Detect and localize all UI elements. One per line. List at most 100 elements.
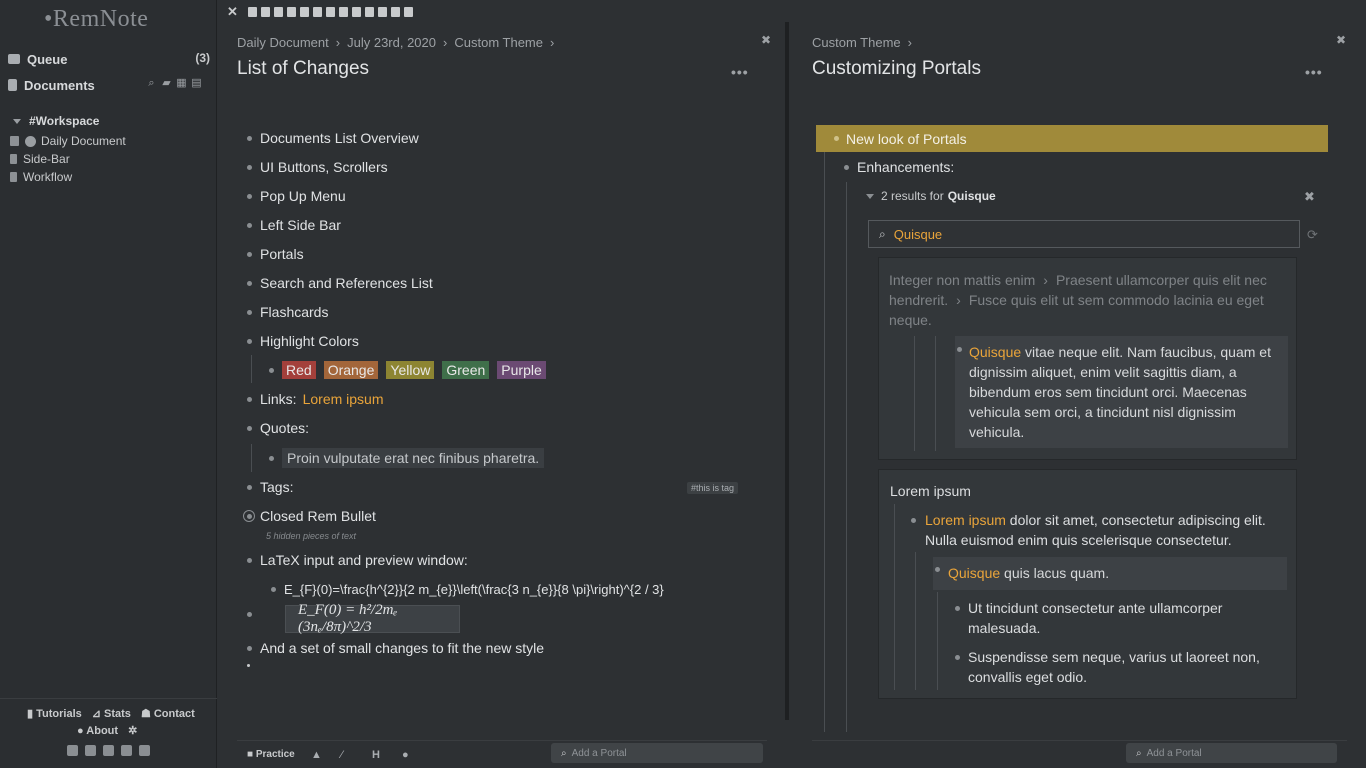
collapse-triangle-icon[interactable]: [13, 119, 21, 125]
bullet-icon[interactable]: [271, 587, 276, 592]
tab-square[interactable]: [313, 7, 322, 17]
result-heading[interactable]: Lorem ipsum: [890, 481, 971, 501]
bullet-icon[interactable]: [269, 455, 274, 461]
result-paragraph[interactable]: Lorem ipsum dolor sit amet, consectetur …: [925, 510, 1285, 550]
bullet-icon[interactable]: [247, 664, 250, 667]
breadcrumb-item[interactable]: Custom Theme: [454, 35, 543, 50]
list-item-closed[interactable]: Closed Rem Bullet: [243, 508, 376, 524]
hidden-pieces-note[interactable]: 5 hidden pieces of text: [266, 531, 356, 541]
bullet-icon[interactable]: [957, 347, 962, 352]
keyboard-icon[interactable]: [121, 745, 132, 756]
calendar-icon[interactable]: ▦: [176, 78, 187, 89]
breadcrumb-item[interactable]: Daily Document: [237, 35, 329, 50]
bullet-icon[interactable]: [247, 280, 252, 286]
tab-square[interactable]: [365, 7, 374, 17]
new-folder-icon[interactable]: ▰: [161, 78, 172, 89]
quote-item[interactable]: Proin vulputate erat nec finibus pharetr…: [269, 448, 545, 468]
tab-square[interactable]: [274, 7, 283, 17]
brush-icon[interactable]: ⁄: [341, 749, 343, 761]
tree-item-workflow[interactable]: Workflow: [10, 170, 72, 184]
bullet-icon[interactable]: [844, 164, 849, 170]
list-item-enhancements[interactable]: Enhancements:: [844, 159, 954, 175]
bullet-icon[interactable]: [247, 164, 252, 170]
bullet-icon[interactable]: [247, 135, 252, 141]
list-item[interactable]: Suspendisse sem neque, varius ut laoreet…: [968, 647, 1278, 687]
close-all-tabs-icon[interactable]: ✕: [227, 4, 238, 20]
bullet-icon[interactable]: [247, 222, 252, 228]
sidebar-item-queue[interactable]: Queue: [8, 50, 67, 68]
highlighted-item[interactable]: New look of Portals: [816, 125, 1328, 152]
search-icon[interactable]: ⌕: [146, 78, 157, 89]
bullet-icon[interactable]: [911, 518, 916, 523]
tree-item-daily-document[interactable]: Daily Document: [10, 134, 126, 148]
list-item-quotes[interactable]: Quotes:: [247, 420, 309, 436]
collapse-triangle-icon[interactable]: [866, 193, 874, 199]
result-match[interactable]: Quisque quis lacus quam.: [933, 557, 1287, 590]
tab-square[interactable]: [404, 7, 413, 17]
latex-source-item[interactable]: E_{F}(0)=\frac{h^{2}}{2 m_{e}}\left(\fra…: [271, 582, 664, 597]
heading-icon[interactable]: H: [372, 749, 380, 761]
split-view-icon[interactable]: [103, 745, 114, 756]
bullet-icon[interactable]: [247, 557, 252, 563]
rem-link[interactable]: Lorem ipsum: [303, 391, 384, 407]
bullet-icon[interactable]: [247, 425, 252, 431]
bullet-icon[interactable]: [247, 193, 252, 199]
list-item[interactable]: Flashcards: [247, 304, 328, 320]
portal-search-input[interactable]: ⌕ Quisque: [868, 220, 1300, 248]
close-pane-icon[interactable]: ✖: [761, 33, 771, 47]
breadcrumb-item[interactable]: Custom Theme: [812, 35, 901, 50]
bullet-icon[interactable]: [247, 396, 252, 402]
bullet-icon[interactable]: [269, 367, 274, 373]
list-item[interactable]: Highlight Colors: [247, 333, 359, 349]
list-item[interactable]: UI Buttons, Scrollers: [247, 159, 388, 175]
tab-square[interactable]: [339, 7, 348, 17]
result-path[interactable]: Integer non mattis enim › Praesent ullamco…: [889, 270, 1289, 330]
portal-search-header[interactable]: 2 results for Quisque: [866, 189, 996, 203]
refresh-icon[interactable]: ⟳: [1307, 227, 1318, 243]
check-icon[interactable]: [139, 745, 150, 756]
more-options-icon[interactable]: •••: [1305, 64, 1323, 80]
bullet-icon[interactable]: [247, 484, 252, 490]
closed-bullet-icon[interactable]: [243, 510, 255, 522]
list-item[interactable]: Portals: [247, 246, 304, 262]
tab-square[interactable]: [378, 7, 387, 17]
tab-square[interactable]: [248, 7, 257, 17]
sidebar-item-documents[interactable]: Documents: [8, 76, 95, 94]
contact-link[interactable]: ☗ Contact: [141, 707, 195, 720]
list-item-latex[interactable]: LaTeX input and preview window:: [247, 552, 468, 568]
circle-icon[interactable]: ●: [402, 749, 409, 761]
tab-square[interactable]: [352, 7, 361, 17]
add-portal-input[interactable]: ⌕ Add a Portal: [551, 743, 763, 763]
list-item[interactable]: Documents List Overview: [247, 130, 419, 146]
bullet-icon[interactable]: [247, 251, 252, 257]
bullet-icon[interactable]: [247, 612, 252, 617]
warning-icon[interactable]: ▲: [311, 749, 322, 761]
tab-square[interactable]: [287, 7, 296, 17]
list-item[interactable]: And a set of small changes to fit the ne…: [247, 640, 544, 656]
list-item[interactable]: Ut tincidunt consectetur ante ullamcorpe…: [968, 598, 1278, 638]
bullet-icon[interactable]: [935, 567, 940, 572]
tab-square[interactable]: [326, 7, 335, 17]
tab-square[interactable]: [300, 7, 309, 17]
bullet-icon[interactable]: [834, 136, 839, 141]
latex-source[interactable]: E_{F}(0)=\frac{h^{2}}{2 m_{e}}\left(\fra…: [284, 582, 664, 597]
add-portal-input[interactable]: ⌕ Add a Portal: [1126, 743, 1337, 763]
pane-divider[interactable]: [785, 22, 789, 720]
bullet-icon[interactable]: [247, 309, 252, 315]
workspace-header[interactable]: #Workspace: [13, 114, 99, 128]
close-pane-icon[interactable]: ✖: [1336, 33, 1346, 47]
about-link[interactable]: ● About: [77, 725, 118, 737]
close-portal-icon[interactable]: ✖: [1304, 189, 1315, 205]
empty-list-item[interactable]: [247, 664, 258, 667]
plus-circle-icon[interactable]: [25, 135, 36, 147]
practice-button[interactable]: ■ Practice: [247, 749, 295, 760]
list-item[interactable]: Search and References List: [247, 275, 433, 291]
bullet-icon[interactable]: [955, 606, 960, 611]
list-item[interactable]: Left Side Bar: [247, 217, 341, 233]
tutorials-link[interactable]: ▮ Tutorials: [27, 707, 82, 720]
more-options-icon[interactable]: •••: [731, 64, 749, 80]
close-icon[interactable]: [67, 745, 78, 756]
new-document-icon[interactable]: ▤: [191, 78, 202, 89]
bullet-icon[interactable]: [955, 655, 960, 660]
tab-square[interactable]: [391, 7, 400, 17]
